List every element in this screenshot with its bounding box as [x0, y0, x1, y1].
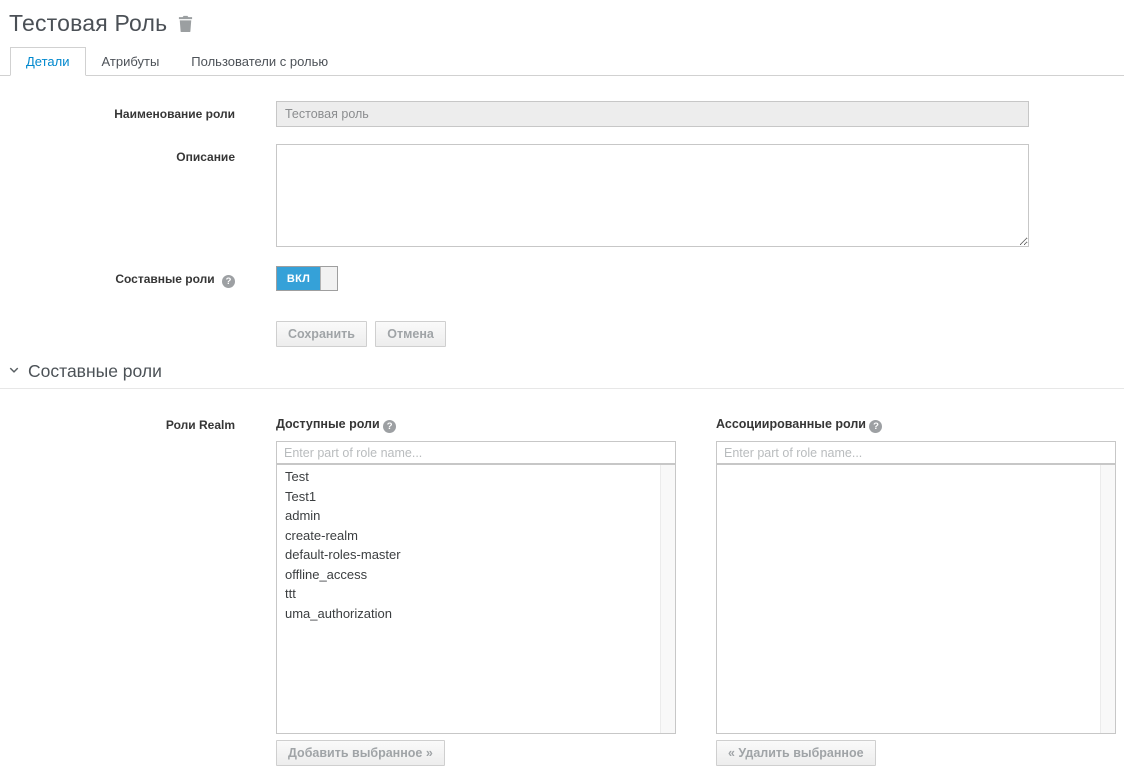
available-roles-search-input[interactable] — [276, 441, 676, 464]
scrollbar[interactable] — [1100, 465, 1115, 733]
associated-roles-label: Ассоциированные роли — [716, 417, 866, 431]
tab-attributes[interactable]: Атрибуты — [86, 47, 176, 76]
remove-selected-button[interactable]: « Удалить выбранное — [716, 740, 876, 766]
composite-roles-toggle[interactable]: ВКЛ — [276, 266, 338, 291]
description-textarea[interactable] — [276, 144, 1029, 247]
list-item[interactable]: uma_authorization — [277, 604, 675, 624]
chevron-down-icon — [8, 364, 20, 379]
help-icon[interactable]: ? — [383, 420, 396, 433]
save-button[interactable]: Сохранить — [276, 321, 367, 347]
role-name-label: Наименование роли — [0, 101, 235, 127]
tabbar: Детали Атрибуты Пользователи с ролью — [0, 47, 1124, 76]
trash-icon — [177, 20, 194, 35]
composite-roles-picker: Роли Realm Доступные роли ? TestTest1adm… — [0, 410, 1124, 766]
role-details-form: Наименование роли Описание Составные рол… — [0, 76, 1124, 347]
page-header: Тестовая Роль — [9, 10, 1124, 37]
role-name-input — [276, 101, 1029, 127]
composite-roles-section-header[interactable]: Составные роли — [0, 361, 1124, 389]
associated-roles-listbox[interactable] — [716, 464, 1116, 734]
list-item[interactable]: ttt — [277, 584, 675, 604]
list-item[interactable]: offline_access — [277, 565, 675, 585]
available-roles-label: Доступные роли — [276, 417, 380, 431]
composite-roles-label: Составные роли — [115, 272, 214, 286]
available-roles-listbox[interactable]: TestTest1admincreate-realmdefault-roles-… — [276, 464, 676, 734]
realm-roles-label: Роли Realm — [0, 410, 235, 766]
composite-roles-section-title: Составные роли — [28, 361, 162, 382]
delete-role-button[interactable] — [177, 15, 194, 35]
help-icon[interactable]: ? — [869, 420, 882, 433]
list-item[interactable]: Test1 — [277, 487, 675, 507]
toggle-knob — [320, 267, 337, 290]
list-item[interactable]: admin — [277, 506, 675, 526]
list-item[interactable]: create-realm — [277, 526, 675, 546]
add-selected-button[interactable]: Добавить выбранное » — [276, 740, 445, 766]
list-item[interactable]: default-roles-master — [277, 545, 675, 565]
page-title: Тестовая Роль — [9, 10, 167, 37]
scrollbar[interactable] — [660, 465, 675, 733]
tab-users-in-role[interactable]: Пользователи с ролью — [175, 47, 344, 76]
tab-details[interactable]: Детали — [10, 47, 86, 76]
toggle-on-label: ВКЛ — [277, 267, 320, 290]
cancel-button[interactable]: Отмена — [375, 321, 446, 347]
help-icon[interactable]: ? — [222, 275, 235, 288]
list-item[interactable]: Test — [277, 467, 675, 487]
associated-roles-search-input[interactable] — [716, 441, 1116, 464]
description-label: Описание — [0, 144, 235, 250]
